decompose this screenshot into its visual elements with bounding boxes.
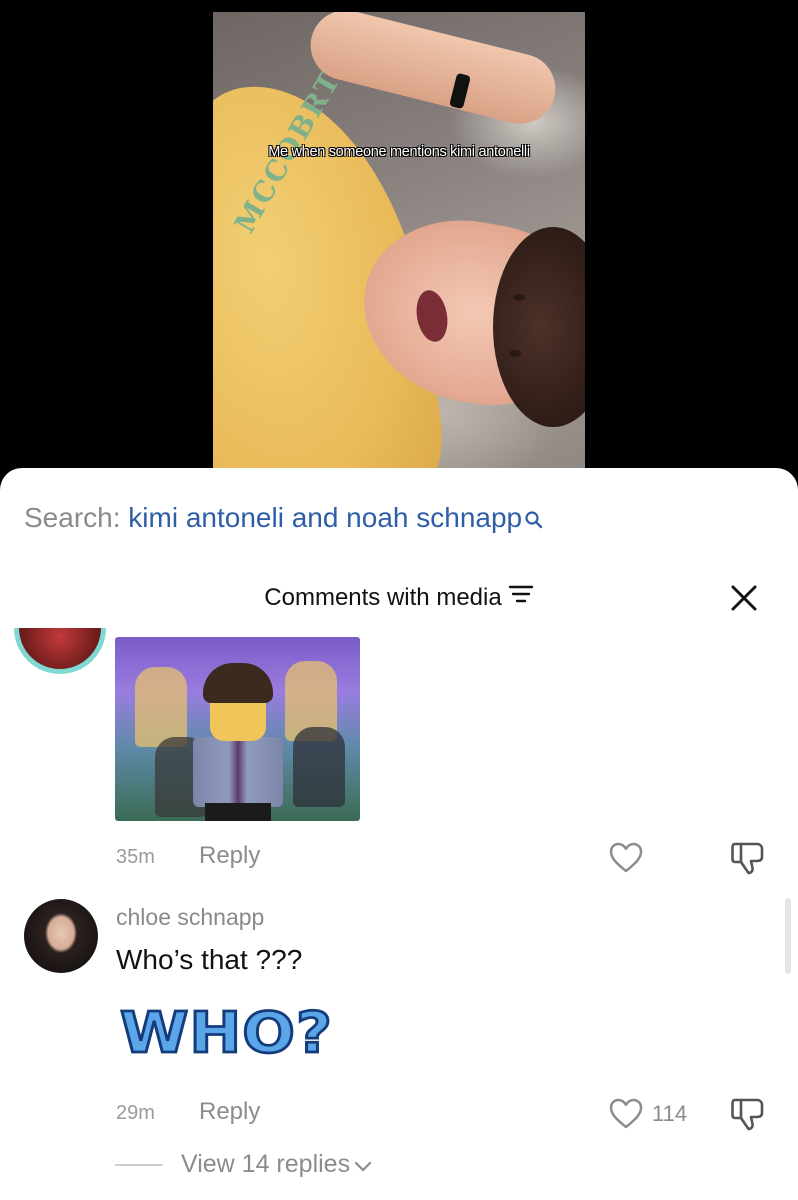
background-figure	[293, 727, 345, 807]
search-label: Search:	[24, 502, 121, 533]
search-query-link[interactable]: kimi antoneli and noah schnapp	[128, 502, 522, 533]
comment-text: Who’s that ???	[116, 944, 303, 975]
comment-time: 35m	[116, 846, 155, 868]
search-suggestion[interactable]: Search: kimi antoneli and noah schnapp	[24, 502, 544, 537]
reply-button[interactable]: Reply	[199, 842, 260, 870]
view-replies-label: View 14 replies	[181, 1150, 351, 1178]
close-icon[interactable]	[728, 582, 760, 614]
lego-legs	[205, 803, 271, 821]
lego-body	[193, 737, 283, 807]
heart-icon[interactable]	[609, 1098, 643, 1135]
video-arm	[303, 12, 563, 132]
comments-list[interactable]: 35m Reply chloe schnapp Who’s that ??? W…	[0, 628, 798, 1200]
thumbs-down-icon[interactable]	[729, 840, 767, 881]
like-count: 114	[652, 1101, 688, 1126]
comment-username[interactable]: chloe schnapp	[116, 904, 264, 931]
replies-divider	[115, 1164, 163, 1166]
comments-header[interactable]: Comments with media	[0, 584, 798, 612]
sort-icon[interactable]	[508, 583, 534, 612]
video-caption: Me when someone mentions kimi antonelli	[268, 144, 530, 160]
comment-media-image[interactable]	[115, 637, 360, 821]
reply-button[interactable]: Reply	[199, 1098, 260, 1126]
scrollbar[interactable]	[785, 898, 791, 974]
avatar[interactable]	[14, 628, 106, 674]
view-replies-button[interactable]: View 14 replies	[181, 1150, 372, 1180]
heart-icon[interactable]	[609, 842, 643, 879]
thumbs-down-icon[interactable]	[729, 1096, 767, 1137]
avatar[interactable]	[24, 899, 98, 973]
lego-hair	[203, 663, 273, 703]
video-player[interactable]: MCCOBRTE W Me when someone mentions kimi…	[213, 12, 585, 482]
comments-header-title: Comments with media	[264, 584, 502, 611]
background-figure	[135, 667, 187, 747]
comment-sticker[interactable]: WHO?	[119, 998, 334, 1066]
search-icon[interactable]	[524, 505, 544, 537]
comment-time: 29m	[116, 1102, 155, 1124]
video-eye	[513, 294, 525, 301]
comments-sheet: Search: kimi antoneli and noah schnapp C…	[0, 468, 798, 1200]
video-eye	[509, 350, 521, 357]
chevron-down-icon	[354, 1151, 372, 1180]
